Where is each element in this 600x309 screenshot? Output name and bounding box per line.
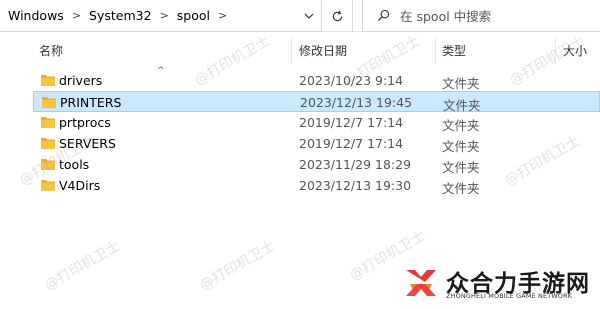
file-name: prtprocs — [59, 115, 111, 130]
brand-logo: 众合力手游网 ZHONGHELI MOBILE GAME NETWORK — [400, 262, 600, 308]
brand-logo-icon — [406, 270, 436, 296]
file-name: tools — [59, 157, 90, 172]
refresh-icon — [332, 10, 343, 21]
chevron-down-icon — [304, 13, 314, 19]
column-divider[interactable] — [435, 38, 436, 64]
file-type: 文件夹 — [442, 118, 480, 133]
search-icon — [377, 9, 390, 22]
column-header: ^ 名称 修改日期 类型 大小 — [0, 32, 600, 76]
column-date-modified[interactable]: 修改日期 — [299, 42, 347, 59]
breadcrumb[interactable]: Windows > System32 > spool > — [0, 0, 322, 32]
search-input[interactable]: 在 spool 中搜索 — [400, 6, 491, 25]
table-row[interactable]: V4Dirs 2023/12/13 19:30 文件夹 — [33, 175, 600, 196]
address-bar: Windows > System32 > spool > 在 spool 中搜索 — [0, 0, 600, 32]
folder-icon — [41, 75, 55, 86]
file-date-modified: 2023/12/13 19:45 — [300, 95, 413, 110]
file-date-modified: 2019/12/7 17:14 — [299, 115, 404, 130]
file-date-modified: 2023/12/13 19:30 — [299, 178, 412, 193]
file-type: 文件夹 — [442, 181, 480, 196]
chevron-right-icon: > — [71, 9, 82, 22]
file-name: SERVERS — [59, 136, 116, 151]
folder-icon — [42, 97, 56, 108]
table-row[interactable]: PRINTERS 2023/12/13 19:45 文件夹 — [33, 91, 600, 113]
breadcrumb-item-system32[interactable]: System32 — [87, 8, 154, 23]
search-box[interactable]: 在 spool 中搜索 — [362, 0, 600, 32]
file-name: drivers — [59, 73, 103, 88]
folder-icon — [41, 159, 55, 170]
chevron-right-icon: > — [218, 9, 228, 22]
refresh-button[interactable] — [323, 0, 353, 32]
table-row[interactable]: tools 2023/11/29 18:29 文件夹 — [33, 154, 600, 175]
file-date-modified: 2019/12/7 17:14 — [299, 136, 404, 151]
breadcrumb-item-spool[interactable]: spool — [175, 8, 212, 23]
watermark-text: @打印机卫士 — [42, 237, 123, 294]
folder-icon — [41, 138, 55, 149]
file-name: V4Dirs — [59, 178, 101, 193]
column-size[interactable]: 大小 — [563, 42, 587, 59]
file-type: 文件夹 — [442, 139, 480, 154]
table-row[interactable]: prtprocs 2019/12/7 17:14 文件夹 — [33, 112, 600, 133]
chevron-right-icon: > — [159, 9, 169, 22]
table-row[interactable]: SERVERS 2019/12/7 17:14 文件夹 — [33, 133, 600, 154]
watermark-text: @打印机卫士 — [197, 237, 278, 294]
brand-tagline: ZHONGHELI MOBILE GAME NETWORK — [446, 292, 573, 300]
folder-icon — [41, 117, 55, 128]
file-type: 文件夹 — [442, 76, 480, 91]
file-type: 文件夹 — [442, 160, 480, 175]
column-name[interactable]: 名称 — [39, 42, 63, 59]
file-name: PRINTERS — [60, 95, 122, 110]
file-date-modified: 2023/11/29 18:29 — [299, 157, 412, 172]
column-divider[interactable] — [555, 38, 556, 64]
folder-icon — [41, 180, 55, 191]
column-divider[interactable] — [291, 38, 292, 64]
column-type[interactable]: 类型 — [442, 42, 466, 59]
table-row[interactable]: drivers 2023/10/23 9:14 文件夹 — [33, 70, 600, 91]
address-dropdown-button[interactable] — [296, 0, 322, 32]
file-date-modified: 2023/10/23 9:14 — [299, 73, 404, 88]
breadcrumb-item-windows[interactable]: Windows — [6, 8, 66, 23]
